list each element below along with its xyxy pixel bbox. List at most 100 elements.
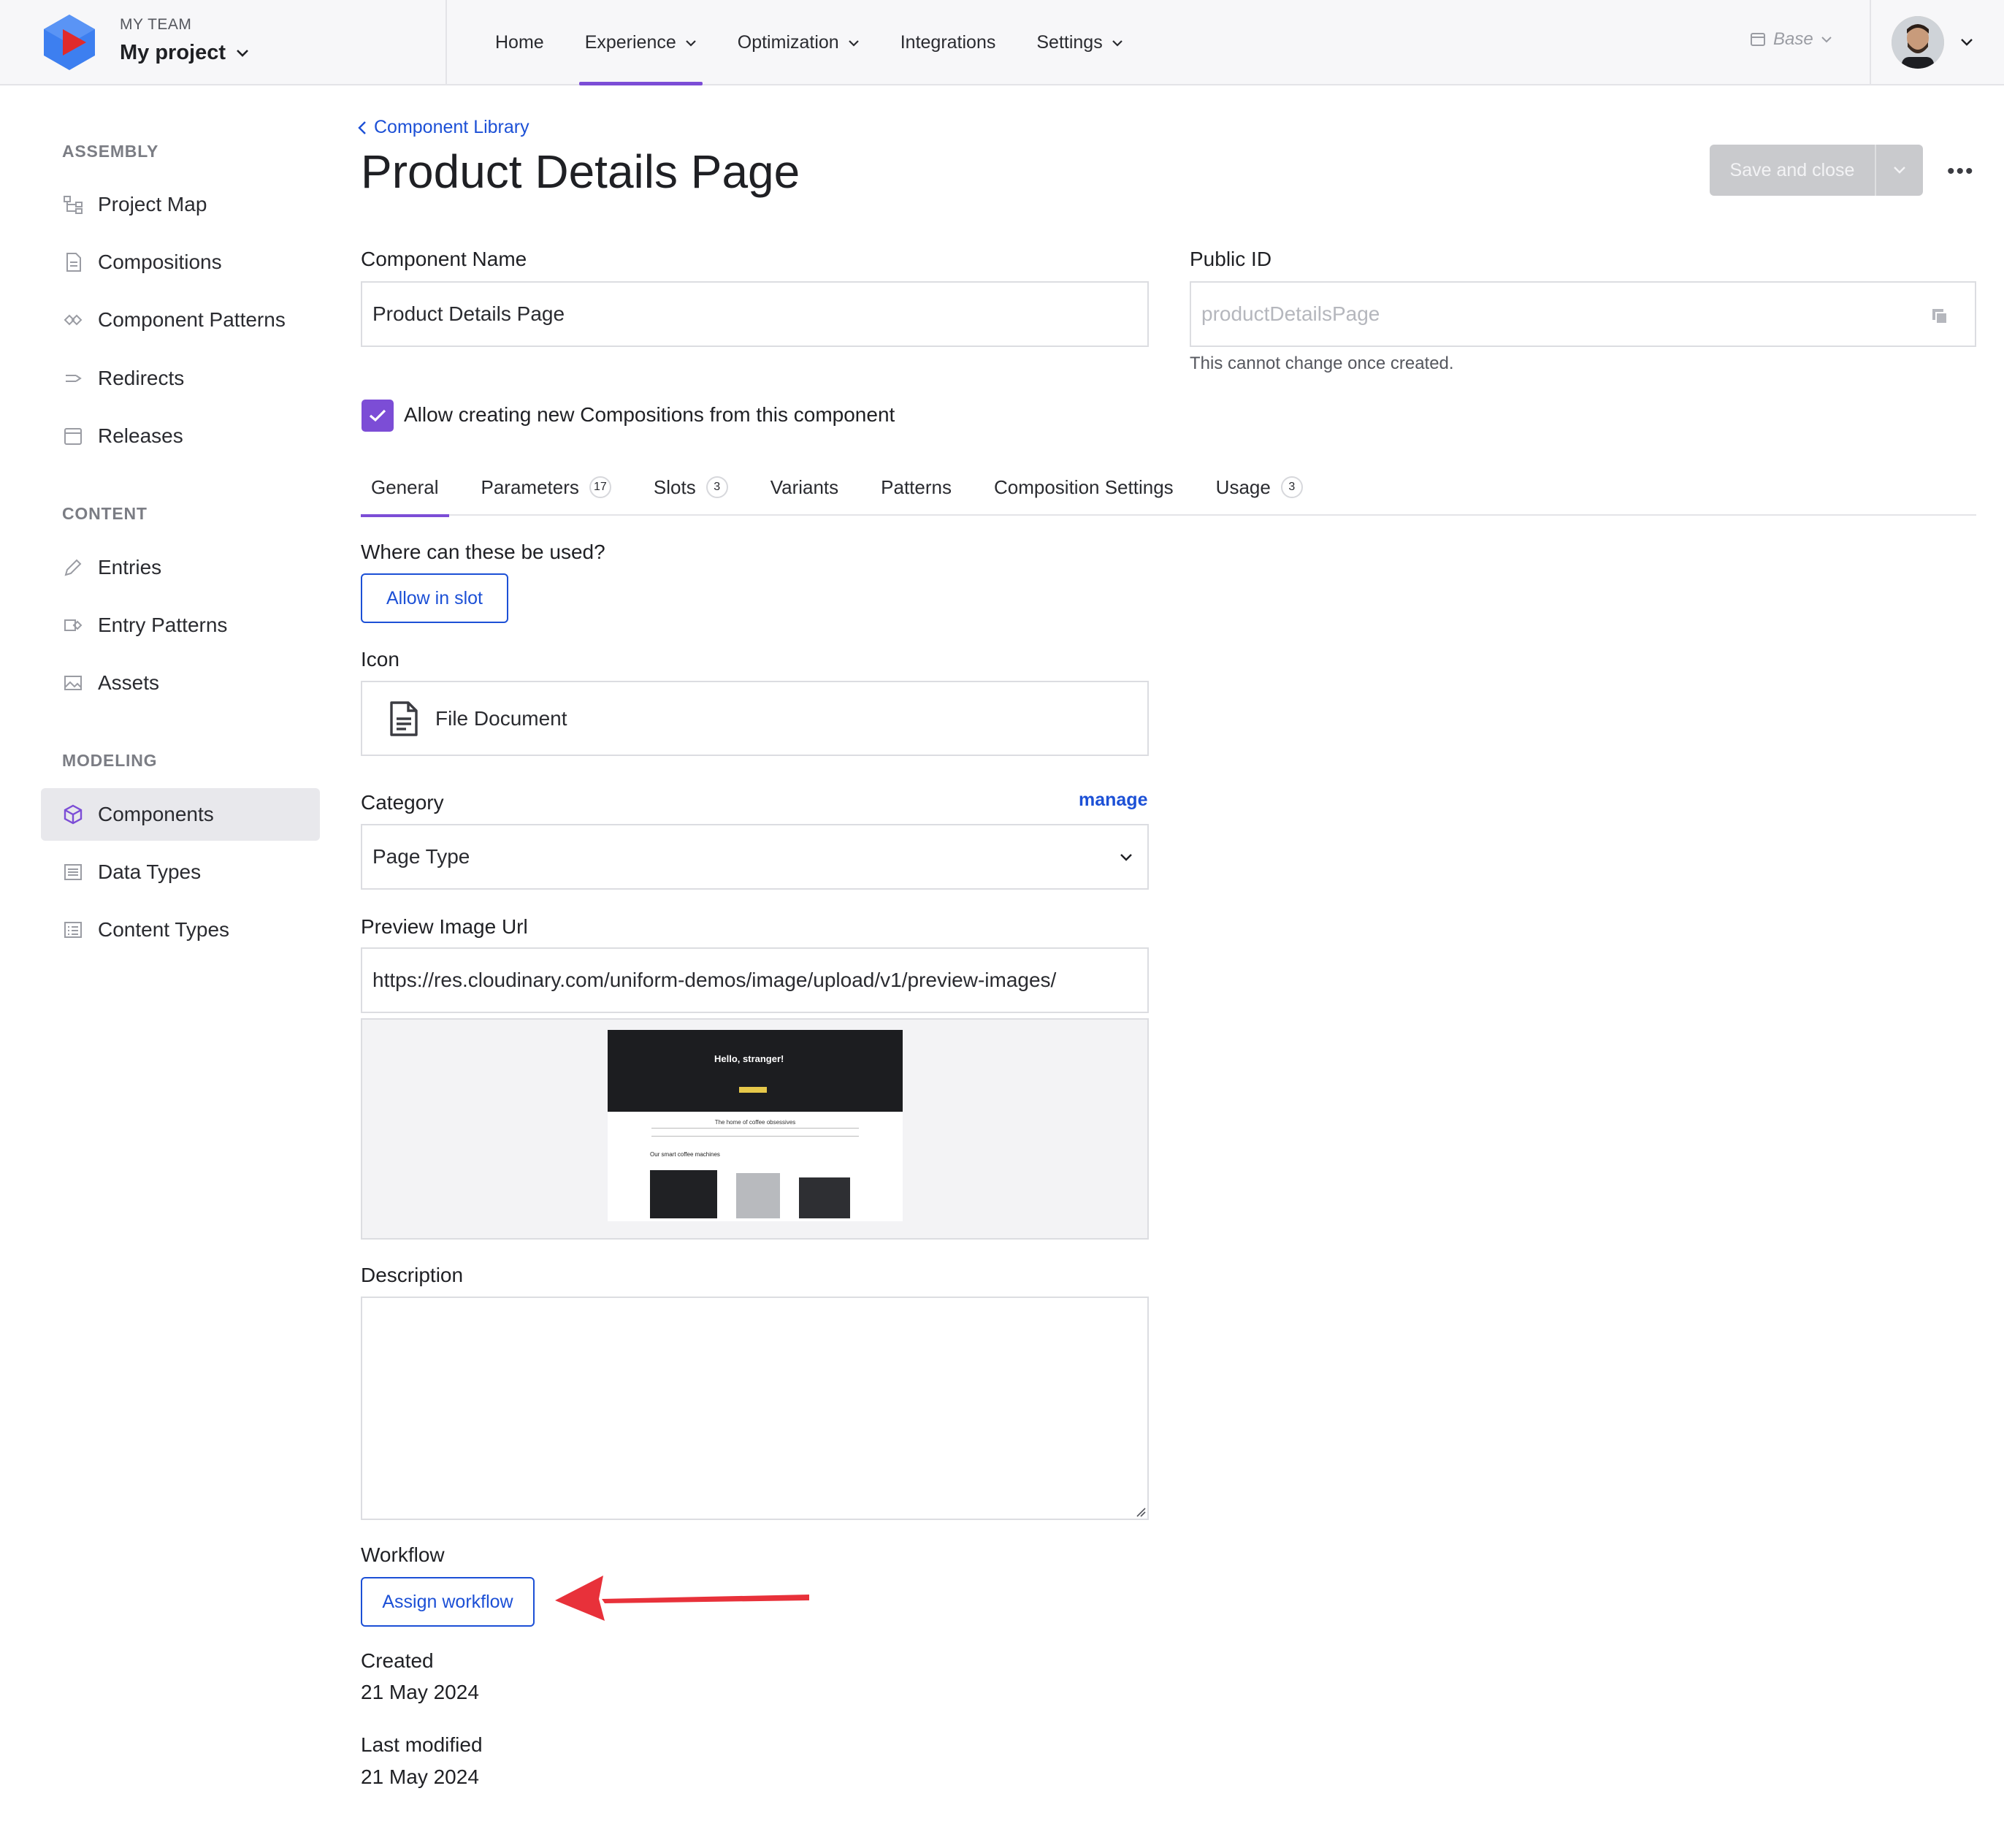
team-name: MY TEAM [120, 16, 192, 33]
calendar-icon [64, 428, 82, 445]
image-icon [64, 676, 82, 690]
preview-url-input[interactable]: https://res.cloudinary.com/uniform-demos… [361, 947, 1149, 1013]
assign-workflow-button[interactable]: Assign workflow [361, 1577, 535, 1627]
avatar [1892, 16, 1944, 69]
copy-icon[interactable] [1931, 308, 1948, 325]
tab-composition-settings[interactable]: Composition Settings [984, 467, 1184, 516]
cube-icon [64, 804, 83, 825]
chevron-down-icon [685, 39, 696, 47]
nav-settings[interactable]: Settings [1016, 0, 1143, 85]
calendar-icon [1751, 33, 1765, 46]
sidebar-item-releases[interactable]: Releases [41, 410, 320, 462]
allow-compositions-label[interactable]: Allow creating new Compositions from thi… [404, 403, 895, 427]
sidebar-heading-assembly: ASSEMBLY [62, 142, 159, 161]
count-badge: 3 [1280, 476, 1303, 498]
sidebar-item-assets[interactable]: Assets [41, 657, 320, 709]
preview-section-title: Our smart coffee machines [650, 1151, 720, 1158]
divider [445, 0, 447, 85]
allow-in-slot-button[interactable]: Allow in slot [361, 573, 508, 623]
sidebar-item-entries[interactable]: Entries [41, 541, 320, 594]
resize-handle-icon[interactable] [1134, 1505, 1146, 1517]
description-label: Description [361, 1264, 464, 1286]
uniform-logo-icon[interactable] [41, 13, 98, 72]
pattern-icon [64, 314, 83, 326]
last-modified-label: Last modified [361, 1733, 483, 1756]
chevron-down-icon [1112, 39, 1123, 47]
sidebar-item-data-types[interactable]: Data Types [41, 846, 320, 898]
preview-url-label: Preview Image Url [361, 915, 528, 938]
category-select[interactable]: Page Type [361, 824, 1149, 890]
nav-optimization[interactable]: Optimization [717, 0, 880, 85]
chevron-down-icon [1961, 39, 1973, 46]
nav-home[interactable]: Home [475, 0, 565, 85]
page-title: Product Details Page [361, 145, 800, 198]
chevron-down-icon [237, 49, 248, 57]
preview-product-image [650, 1170, 717, 1218]
divider [1870, 0, 1871, 85]
project-switcher[interactable]: My project [120, 41, 249, 65]
tab-slots[interactable]: Slots 3 [643, 467, 738, 516]
created-date: 21 May 2024 [361, 1681, 479, 1703]
save-options-dropdown[interactable] [1876, 166, 1923, 175]
environment-switcher[interactable]: Base [1750, 29, 1832, 50]
top-bar: MY TEAM My project Home Experience Optim… [0, 0, 2004, 85]
sidebar-item-compositions[interactable]: Compositions [41, 236, 320, 289]
environment-name: Base [1773, 29, 1813, 49]
tab-patterns[interactable]: Patterns [871, 467, 962, 516]
sidebar-item-redirects[interactable]: Redirects [41, 352, 320, 405]
preview-text-lines [651, 1128, 859, 1137]
tab-usage[interactable]: Usage 3 [1206, 467, 1313, 516]
content-type-icon [64, 922, 82, 938]
preview-hero: Hello, stranger! [608, 1030, 903, 1112]
category-label: Category [361, 791, 444, 814]
main-nav: Home Experience Optimization Integration… [475, 0, 1144, 85]
breadcrumb-link[interactable]: Component Library [374, 117, 529, 138]
sidebar-item-content-types[interactable]: Content Types [41, 904, 320, 956]
sidebar-heading-modeling: MODELING [62, 751, 158, 770]
sidebar-item-components[interactable]: Components [41, 788, 320, 841]
redirect-icon [66, 375, 82, 382]
public-id-label: Public ID [1190, 248, 1272, 270]
breadcrumb[interactable]: Component Library [358, 117, 529, 138]
pencil-icon [64, 559, 82, 576]
component-name-label: Component Name [361, 248, 527, 270]
preview-image-frame: Hello, stranger! The home of coffee obse… [361, 1018, 1149, 1240]
nav-experience[interactable]: Experience [565, 0, 717, 85]
sidebar-heading-content: CONTENT [62, 504, 148, 523]
icon-picker[interactable]: File Document [361, 681, 1149, 756]
public-id-input: productDetailsPage [1190, 281, 1976, 347]
last-modified-date: 21 May 2024 [361, 1765, 479, 1788]
count-badge: 17 [589, 476, 611, 498]
allow-compositions-checkbox[interactable] [362, 400, 394, 432]
file-document-icon [390, 700, 418, 736]
where-used-label: Where can these be used? [361, 541, 605, 563]
save-and-close-label[interactable]: Save and close [1710, 145, 1876, 196]
document-icon [66, 253, 81, 272]
tab-parameters[interactable]: Parameters 17 [471, 467, 622, 516]
user-menu[interactable] [1892, 16, 1973, 69]
preview-product-image [799, 1177, 850, 1218]
sidebar-item-entry-patterns[interactable]: Entry Patterns [41, 599, 320, 652]
project-name: My project [120, 41, 226, 64]
count-badge: 3 [705, 476, 728, 498]
chevron-down-icon [1120, 854, 1132, 861]
workflow-label: Workflow [361, 1543, 445, 1566]
preview-product-image [736, 1173, 780, 1218]
tab-variants[interactable]: Variants [760, 467, 849, 516]
component-name-input[interactable]: Product Details Page [361, 281, 1149, 347]
save-and-close-button[interactable]: Save and close [1710, 145, 1923, 196]
annotation-arrow-icon [555, 1576, 809, 1621]
sidebar-item-project-map[interactable]: Project Map [41, 178, 320, 231]
preview-subtitle: The home of coffee obsessives [714, 1119, 796, 1126]
sidebar-item-component-patterns[interactable]: Component Patterns [41, 294, 320, 346]
description-textarea[interactable] [361, 1297, 1149, 1520]
preview-hero-text: Hello, stranger! [714, 1053, 784, 1064]
checkmark-icon [369, 409, 386, 422]
sitemap-icon [64, 196, 83, 214]
chevron-down-icon [1821, 37, 1832, 43]
manage-categories-link[interactable]: manage [1079, 790, 1147, 811]
icon-label: Icon [361, 648, 399, 671]
more-options-icon[interactable]: ••• [1947, 159, 1975, 184]
tab-general[interactable]: General [361, 467, 449, 517]
nav-integrations[interactable]: Integrations [880, 0, 1017, 85]
